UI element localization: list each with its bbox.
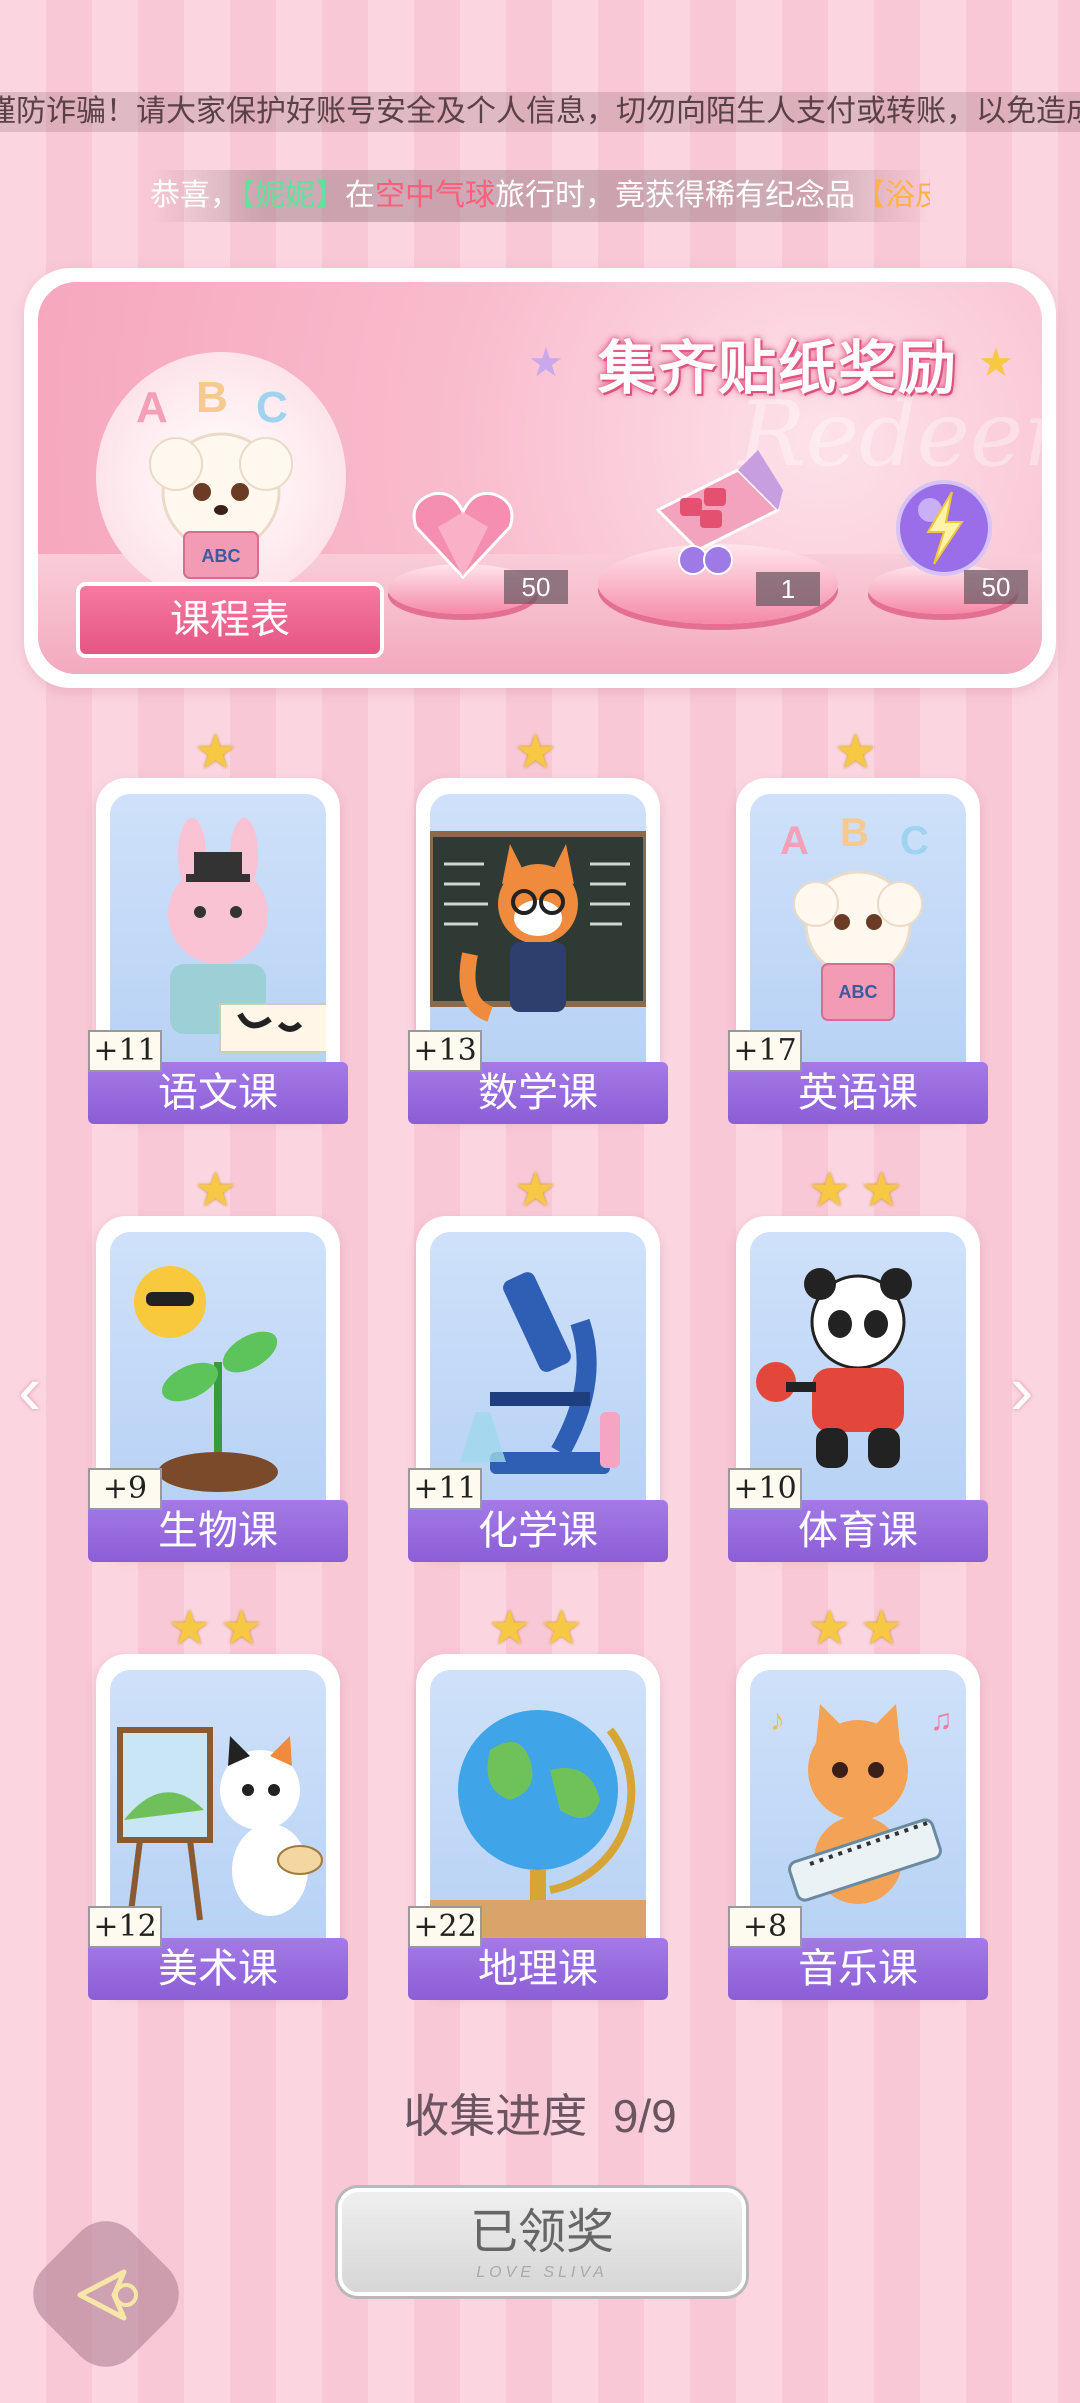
course-sticker-count: +8: [728, 1906, 802, 1948]
course-card[interactable]: A B C ABC 英语课 +17: [728, 778, 988, 1124]
microscope-icon: [460, 1272, 620, 1474]
purple-lightning-orb-icon: [896, 480, 992, 576]
card-star-icon: ★: [834, 726, 878, 779]
back-arrow-icon[interactable]: [62, 2250, 152, 2340]
svg-text:ABC: ABC: [839, 982, 878, 1002]
course-card[interactable]: 数学课 +13: [408, 778, 668, 1124]
card-star-icon: ★: [860, 1602, 904, 1655]
course-sticker-count: +12: [88, 1906, 162, 1948]
course-sticker-count: +17: [728, 1030, 802, 1072]
card-star-icon: ★: [194, 726, 238, 779]
sun-sprout-icon: [134, 1266, 278, 1492]
panda-pingpong-icon: [756, 1268, 912, 1468]
globe-icon: [430, 1710, 646, 1940]
puppy-abc-book-icon: A B C ABC: [780, 811, 929, 1021]
card-star-icon: ★: [514, 726, 558, 779]
puppy-abc-icon: A B C ABC: [136, 373, 293, 579]
collection-progress: 收集进度 9/9: [0, 2080, 1080, 2146]
progress-label: 收集进度: [403, 2090, 588, 2142]
ticker-place: 空中气球: [375, 179, 495, 212]
course-card[interactable]: 生物课 +9: [88, 1216, 348, 1562]
svg-text:♫: ♫: [930, 1704, 953, 1737]
card-star-icon: ★: [220, 1602, 264, 1655]
card-star-icon: ★: [514, 1164, 558, 1217]
course-sticker-count: +9: [88, 1468, 162, 1510]
ticker-mid: 在: [345, 179, 375, 212]
schedule-puppy-avatar[interactable]: A B C ABC: [96, 352, 346, 602]
star-sparkle-icon: ★: [528, 341, 564, 385]
course-sticker-count: +22: [408, 1906, 482, 1948]
fraud-warning-text: 谨防诈骗！请大家保护好账号安全及个人信息，切勿向陌生人支付或转账，以免造成财产损…: [0, 95, 1080, 128]
course-sticker-count: +11: [88, 1030, 162, 1072]
ticker-name: 【妮妮】: [240, 179, 345, 212]
reward-count: 50: [964, 570, 1028, 604]
svg-text:ABC: ABC: [202, 546, 241, 566]
card-star-icon: ★: [808, 1164, 852, 1217]
course-card[interactable]: 体育课 +10: [728, 1216, 988, 1562]
next-page-arrow-icon[interactable]: ›: [1010, 1350, 1033, 1430]
course-image: [110, 1232, 326, 1502]
cat-painter-icon: [117, 1727, 323, 1921]
pink-heart-gem-icon: [412, 491, 514, 580]
svg-text:A: A: [780, 819, 809, 863]
claimed-button[interactable]: 已领奖 LOVE SLIVA: [338, 2188, 746, 2296]
course-sticker-count: +13: [408, 1030, 482, 1072]
svg-text:♪: ♪: [770, 1704, 785, 1737]
card-star-icon: ★: [860, 1164, 904, 1217]
schedule-button[interactable]: 课程表: [76, 582, 384, 658]
course-image: [430, 1670, 646, 1940]
claimed-button-label: 已领奖: [469, 2204, 614, 2260]
card-star-icon: ★: [168, 1602, 212, 1655]
course-image: [110, 794, 326, 1064]
ticker-item: 【浴皮: [855, 179, 930, 212]
svg-text:C: C: [256, 383, 288, 432]
course-image: [750, 1232, 966, 1502]
course-image: [430, 794, 646, 1064]
course-image: [110, 1670, 326, 1940]
course-image: ♪ ♫: [750, 1670, 966, 1940]
course-image: A B C ABC: [750, 794, 966, 1064]
ticker-action: 旅行时，竟获得稀有纪念品: [495, 179, 855, 212]
course-image: [430, 1232, 646, 1502]
svg-text:B: B: [840, 811, 869, 855]
reward-count: 50: [504, 570, 568, 604]
course-card[interactable]: 地理课 +22: [408, 1654, 668, 2000]
course-card[interactable]: 化学课 +11: [408, 1216, 668, 1562]
course-sticker-count: +11: [408, 1468, 482, 1510]
course-card[interactable]: 美术课 +12: [88, 1654, 348, 2000]
svg-text:C: C: [900, 819, 929, 863]
fox-teacher-icon: [430, 831, 646, 1022]
reward-count: 1: [756, 572, 820, 606]
svg-text:A: A: [136, 383, 168, 432]
ticker-prefix: 恭喜，: [150, 179, 240, 212]
course-card[interactable]: 语文课 +11: [88, 778, 348, 1124]
card-star-icon: ★: [540, 1602, 584, 1655]
card-star-icon: ★: [194, 1164, 238, 1217]
claimed-button-sub: LOVE SLIVA: [476, 2264, 608, 2281]
card-star-icon: ★: [808, 1602, 852, 1655]
reward-banner-panel: Redeem ★ ★ 集齐贴纸奖励 A B C ABC 课程表: [38, 282, 1042, 674]
banner-title: 集齐贴纸奖励: [597, 336, 958, 401]
cat-keyboard-icon: ♪ ♫: [770, 1704, 953, 1904]
course-sticker-count: +10: [728, 1468, 802, 1510]
schedule-label: 课程表: [170, 598, 290, 642]
svg-text:B: B: [196, 373, 228, 422]
bunny-calligraphy-icon: [168, 818, 326, 1053]
card-star-icon: ★: [488, 1602, 532, 1655]
fraud-warning-banner: 谨防诈骗！请大家保护好账号安全及个人信息，切勿向陌生人支付或转账，以免造成财产损…: [0, 92, 1080, 132]
prev-page-arrow-icon[interactable]: ‹: [18, 1350, 41, 1430]
star-sparkle-icon: ★: [978, 341, 1014, 385]
reward-ticker: 恭喜，【妮妮】在空中气球旅行时，竟获得稀有纪念品【浴皮: [150, 170, 930, 222]
progress-value: 9/9: [612, 2090, 677, 2142]
gift-box-icon: [655, 450, 783, 575]
reward-banner: Redeem ★ ★ 集齐贴纸奖励 A B C ABC 课程表: [24, 268, 1056, 688]
course-card[interactable]: ♪ ♫ 音乐课 +8: [728, 1654, 988, 2000]
